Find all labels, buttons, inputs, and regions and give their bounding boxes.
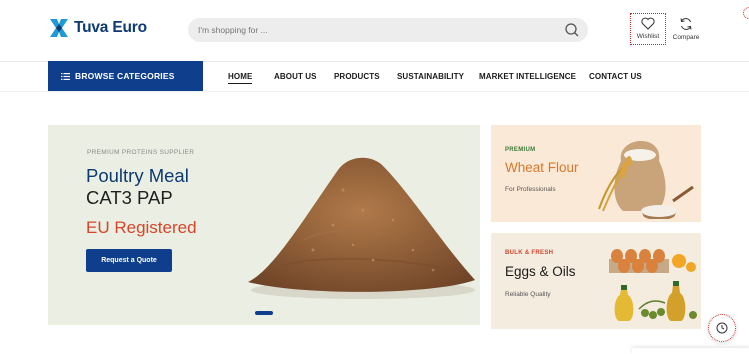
promo-subtitle: Reliable Quality xyxy=(505,291,551,298)
clock-icon xyxy=(716,322,728,334)
request-quote-button[interactable]: Request a Quote xyxy=(86,249,172,272)
nav-divider xyxy=(0,91,749,92)
promo-title: Wheat Flour xyxy=(505,160,579,175)
compare-icon xyxy=(680,18,692,30)
promo-eyebrow: PREMIUM xyxy=(505,147,536,153)
wishlist-label: Wishlist xyxy=(636,33,660,40)
hero-eyebrow: PREMIUM PROTEINS SUPPLIER xyxy=(87,149,195,156)
brand-name: Tuva Euro xyxy=(74,19,147,36)
wishlist-button[interactable]: Wishlist xyxy=(630,13,666,45)
promo-card-eggs-oils[interactable]: BULK & FRESH Eggs & Oils Reliable Qualit… xyxy=(491,233,701,329)
heart-icon xyxy=(641,17,655,30)
eggs-and-oil-image xyxy=(609,249,697,321)
logo-mark-icon xyxy=(50,19,68,37)
notification-indicator[interactable] xyxy=(743,7,749,19)
floating-bar xyxy=(632,348,749,354)
nav-home[interactable]: HOME xyxy=(228,72,253,84)
promo-card-wheat-flour[interactable]: PREMIUM Wheat Flour For Professionals xyxy=(491,125,701,222)
hero-title-line1: Poultry Meal xyxy=(86,165,189,186)
nav-products[interactable]: PRODUCTS xyxy=(334,72,380,81)
promo-eyebrow: BULK & FRESH xyxy=(505,250,554,256)
nav-about-us[interactable]: ABOUT US xyxy=(274,72,317,81)
history-button[interactable] xyxy=(708,314,736,342)
poultry-meal-image xyxy=(248,157,475,299)
search-icon[interactable] xyxy=(564,22,580,38)
carousel-indicator[interactable] xyxy=(255,311,273,315)
nav-contact-us[interactable]: CONTACT US xyxy=(589,72,642,81)
promo-title: Eggs & Oils xyxy=(505,264,576,279)
site-header: Tuva Euro Wishlist Compare xyxy=(0,0,749,62)
menu-icon xyxy=(61,72,70,80)
hero-title-line3: EU Registered xyxy=(86,218,197,237)
brand-logo[interactable]: Tuva Euro xyxy=(48,17,147,39)
nav-market-intelligence[interactable]: MARKET INTELLIGENCE xyxy=(479,72,576,81)
flour-sack-image xyxy=(598,141,694,219)
search-input[interactable] xyxy=(198,25,538,35)
search-bar xyxy=(188,18,588,42)
hero-title-line2: CAT3 PAP xyxy=(86,187,173,208)
compare-label: Compare xyxy=(672,34,700,41)
nav-sustainability[interactable]: SUSTAINABILITY xyxy=(397,72,464,81)
compare-button[interactable]: Compare xyxy=(668,14,704,46)
hero-banner[interactable]: PREMIUM PROTEINS SUPPLIER Poultry Meal C… xyxy=(48,125,480,325)
promo-subtitle: For Professionals xyxy=(505,186,556,193)
browse-categories-label: BROWSE CATEGORIES xyxy=(75,71,175,81)
browse-categories-button[interactable]: BROWSE CATEGORIES xyxy=(48,61,203,91)
